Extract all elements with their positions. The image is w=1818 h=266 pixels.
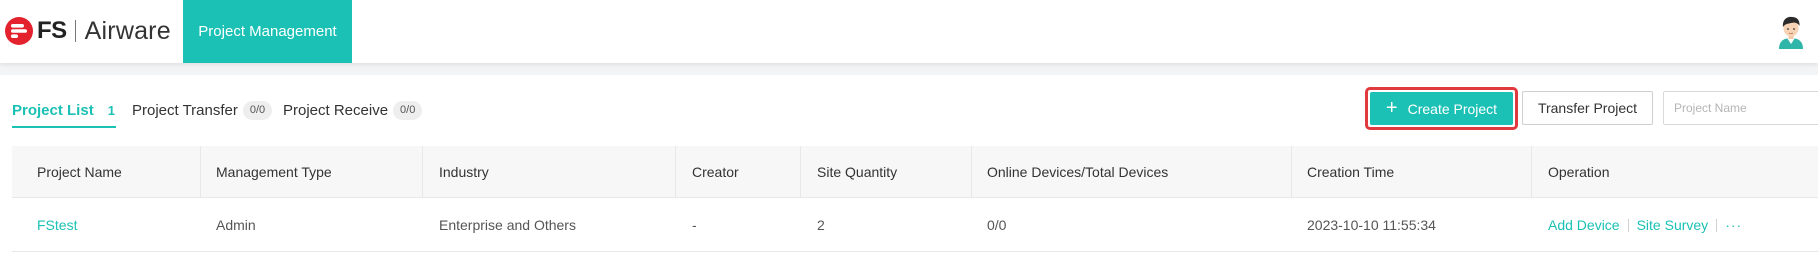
- column-header-project-name[interactable]: Project Name: [37, 146, 122, 198]
- transfer-project-button[interactable]: Transfer Project: [1522, 91, 1653, 125]
- tab-project-receive[interactable]: Project Receive 0/0: [283, 99, 423, 121]
- logo-fs-text: FS: [37, 17, 67, 44]
- top-header: FS Airware Project Management: [0, 0, 1818, 63]
- tab-project-transfer[interactable]: Project Transfer 0/0: [132, 99, 273, 121]
- fs-logo-icon: [5, 17, 33, 45]
- user-avatar-icon[interactable]: [1776, 15, 1806, 49]
- plus-icon: +: [1385, 96, 1398, 119]
- column-divider: [800, 146, 801, 198]
- tab-project-transfer-badge: 0/0: [242, 100, 273, 120]
- column-divider: [675, 146, 676, 198]
- devices-cell: 0/0: [987, 217, 1007, 233]
- column-divider: [1531, 146, 1532, 198]
- active-tab-indicator: [12, 126, 116, 128]
- tab-project-transfer-label: Project Transfer: [132, 101, 238, 119]
- add-device-link[interactable]: Add Device: [1548, 217, 1620, 233]
- header-spacer: [0, 63, 1818, 75]
- industry-cell: Enterprise and Others: [439, 217, 576, 233]
- column-header-creator[interactable]: Creator: [692, 146, 739, 198]
- column-divider: [971, 146, 972, 198]
- column-divider: [422, 146, 423, 198]
- logo-divider: [74, 20, 76, 42]
- management-type-cell: Admin: [216, 217, 256, 233]
- create-project-label: Create Project: [1407, 100, 1498, 117]
- tab-project-list-label: Project List: [12, 101, 94, 119]
- operation-divider: [1716, 218, 1718, 232]
- creator-cell: -: [692, 217, 697, 233]
- site-quantity-cell: 2: [817, 217, 825, 233]
- more-actions-icon[interactable]: ···: [1725, 217, 1742, 233]
- project-name-search-input[interactable]: [1663, 91, 1818, 125]
- column-header-site-quantity[interactable]: Site Quantity: [817, 146, 897, 198]
- tab-project-receive-badge: 0/0: [393, 100, 423, 120]
- tab-project-list-count: 1: [107, 102, 115, 118]
- project-name-link[interactable]: FStest: [37, 198, 77, 252]
- column-header-creation-time[interactable]: Creation Time: [1307, 146, 1394, 198]
- column-header-industry[interactable]: Industry: [439, 146, 489, 198]
- site-survey-link[interactable]: Site Survey: [1637, 217, 1709, 233]
- project-table-header: Project Name Management Type Industry Cr…: [12, 146, 1818, 198]
- table-row: FStest Admin Enterprise and Others - 2 0…: [12, 198, 1818, 252]
- nav-project-management[interactable]: Project Management: [183, 0, 352, 63]
- column-header-online-devices[interactable]: Online Devices/Total Devices: [987, 146, 1168, 198]
- tab-project-list[interactable]: Project List 1: [12, 99, 115, 121]
- product-name: Airware: [84, 16, 171, 45]
- column-header-operation: Operation: [1548, 164, 1610, 180]
- column-divider: [200, 146, 201, 198]
- column-divider: [1291, 146, 1292, 198]
- operation-cell: Add Device Site Survey ···: [1548, 198, 1742, 252]
- create-project-button[interactable]: + Create Project: [1370, 92, 1513, 125]
- operation-divider: [1627, 218, 1629, 232]
- creation-time-cell: 2023-10-10 11:55:34: [1307, 217, 1436, 233]
- brand-logo[interactable]: FS Airware: [4, 14, 171, 48]
- tab-project-receive-label: Project Receive: [283, 101, 389, 119]
- column-header-management-type[interactable]: Management Type: [216, 146, 332, 198]
